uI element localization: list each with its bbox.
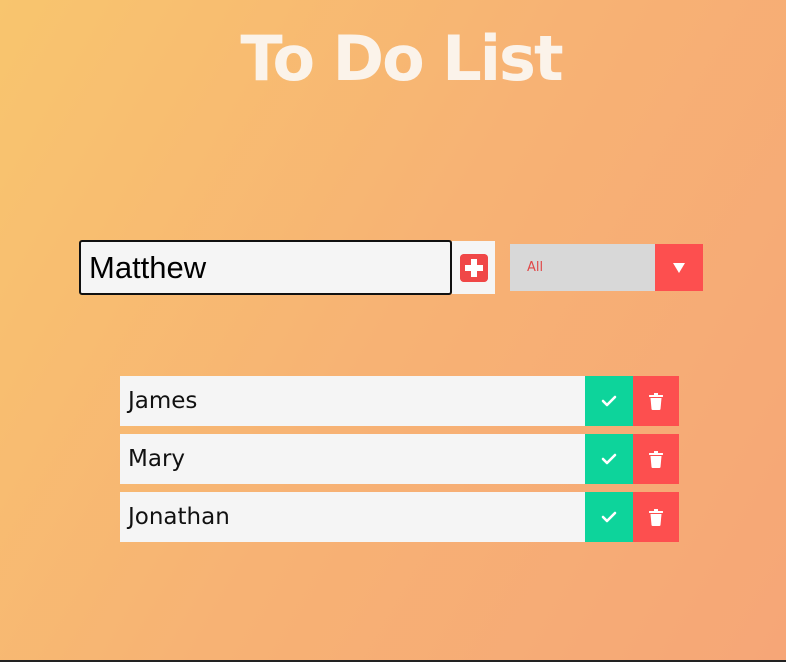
complete-button[interactable]: [585, 434, 633, 484]
delete-button[interactable]: [633, 434, 679, 484]
page-title: To Do List: [240, 22, 563, 95]
filter-select[interactable]: All: [510, 244, 703, 291]
trash-icon: [649, 508, 663, 526]
delete-button[interactable]: [633, 376, 679, 426]
complete-button[interactable]: [585, 492, 633, 542]
todo-list: James Mary Jonathan: [120, 376, 680, 550]
trash-icon: [649, 392, 663, 410]
check-icon: [601, 511, 617, 523]
todo-item: James: [120, 376, 680, 426]
complete-button[interactable]: [585, 376, 633, 426]
todo-item-text: Jonathan: [120, 492, 585, 542]
todo-item-text: Mary: [120, 434, 585, 484]
todo-form: [79, 240, 495, 295]
check-icon: [601, 395, 617, 407]
todo-input[interactable]: [79, 240, 452, 295]
check-icon: [601, 453, 617, 465]
add-todo-button[interactable]: [452, 241, 495, 294]
todo-item: Jonathan: [120, 492, 680, 542]
trash-icon: [649, 450, 663, 468]
todo-item: Mary: [120, 434, 680, 484]
todo-item-text: James: [120, 376, 585, 426]
delete-button[interactable]: [633, 492, 679, 542]
filter-dropdown-button[interactable]: [655, 244, 703, 291]
caret-down-icon: [673, 262, 685, 273]
filter-selected-value[interactable]: All: [510, 244, 655, 291]
plus-square-icon: [459, 253, 488, 282]
